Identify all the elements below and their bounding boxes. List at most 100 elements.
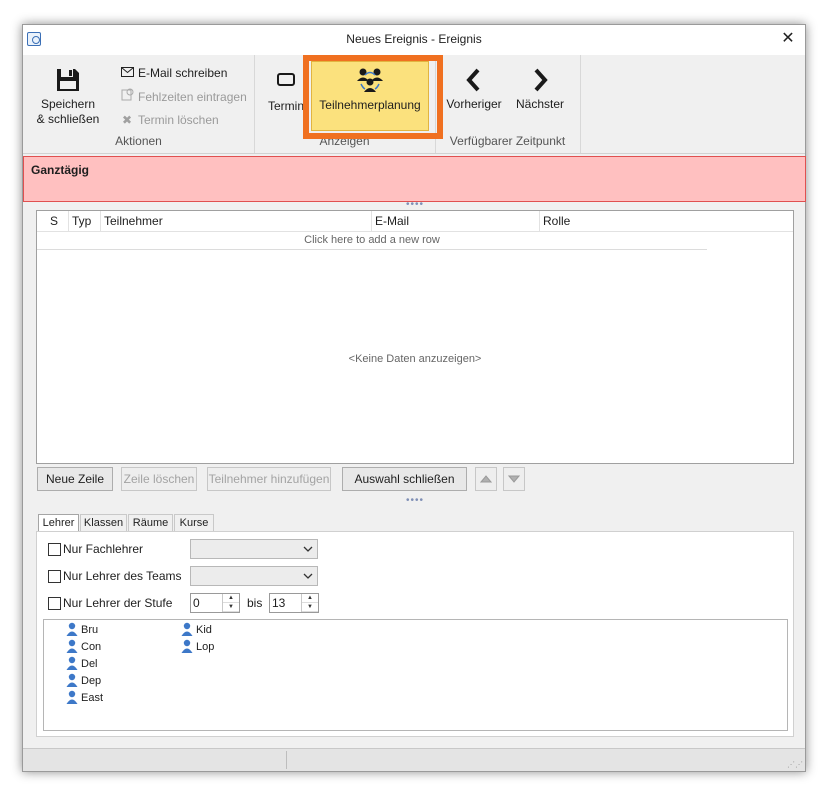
next-slot-button[interactable]: Nächster	[511, 67, 569, 112]
spin-down-icon[interactable]: ▼	[223, 603, 239, 612]
spin-up-icon[interactable]: ▲	[223, 594, 239, 603]
new-row-hint[interactable]: Click here to add a new row	[37, 231, 707, 250]
absence-label: Fehlzeiten eintragen	[138, 90, 247, 104]
close-button[interactable]: ✕	[777, 28, 799, 50]
absence-button[interactable]: Fehlzeiten eintragen	[120, 88, 247, 106]
save-close-button[interactable]: Speichern & schließen	[31, 67, 105, 127]
grid-header: S Typ Teilnehmer E-Mail Rolle	[37, 211, 793, 232]
list-item[interactable]: Del	[66, 656, 98, 672]
person-name: Lop	[196, 641, 215, 653]
save-label-line1: Speichern	[40, 97, 96, 111]
subject-teacher-checkbox[interactable]	[48, 543, 61, 557]
team-teacher-checkbox[interactable]	[48, 570, 61, 584]
next-label: Nächster	[515, 97, 565, 111]
appointment-view-button[interactable]: Termin	[266, 69, 306, 114]
ribbon-group-actions: Speichern & schließen E-Mail schreiben F…	[23, 55, 255, 153]
filter-team-teacher[interactable]: Nur Lehrer des Teams	[48, 567, 182, 585]
participants-grid: S Typ Teilnehmer E-Mail Rolle Click here…	[36, 210, 794, 464]
group-label-slot: Verfügbarer Zeitpunkt	[449, 134, 566, 148]
list-item[interactable]: Lop	[181, 639, 214, 655]
previous-label: Vorheriger	[446, 97, 502, 111]
title-bar: Neues Ereignis - Ereignis ✕	[23, 25, 805, 55]
level-from-spinner[interactable]: 0 ▲ ▼	[190, 593, 240, 613]
previous-slot-button[interactable]: Vorheriger	[443, 67, 505, 112]
col-header-typ[interactable]: Typ	[72, 214, 91, 228]
delete-appointment-button[interactable]: ✖ Termin löschen	[120, 111, 219, 129]
delete-row-button[interactable]: Zeile löschen	[121, 467, 197, 491]
list-item[interactable]: East	[66, 690, 103, 706]
add-participant-button[interactable]: Teilnehmer hinzufügen	[207, 467, 331, 491]
col-sep	[539, 211, 540, 231]
list-item[interactable]: Dep	[66, 673, 101, 689]
teacher-list: Bru Con Del Dep East Kid Lop	[43, 619, 788, 731]
spin-down-icon[interactable]: ▼	[302, 603, 318, 612]
chevron-left-icon	[466, 68, 480, 92]
triangle-down-icon	[507, 475, 521, 483]
person-icon	[66, 622, 78, 636]
level-to-spinner[interactable]: 13 ▲ ▼	[269, 593, 319, 613]
person-name: Del	[81, 658, 98, 670]
highlight-frame	[303, 55, 443, 139]
chevron-down-icon	[303, 569, 313, 586]
person-icon	[181, 622, 193, 636]
list-item[interactable]: Con	[66, 639, 101, 655]
splitter-grip-bottom[interactable]: ••••	[406, 495, 424, 506]
person-icon	[66, 656, 78, 670]
tab-courses[interactable]: Kurse	[174, 514, 214, 531]
envelope-icon	[120, 64, 134, 82]
triangle-up-icon	[479, 475, 493, 483]
col-sep	[100, 211, 101, 231]
person-name: Bru	[81, 624, 99, 636]
person-name: Dep	[81, 675, 102, 687]
chevron-right-icon	[534, 68, 548, 92]
new-row-button[interactable]: Neue Zeile	[37, 467, 113, 491]
person-icon	[66, 673, 78, 687]
status-bar: ⋰⋰	[23, 748, 805, 771]
list-item[interactable]: Bru	[66, 622, 98, 638]
bis-label: bis	[247, 596, 263, 610]
floppy-disk-icon	[57, 69, 79, 91]
move-down-button[interactable]	[503, 467, 525, 491]
tab-teachers[interactable]: Lehrer	[38, 514, 79, 532]
delete-label: Termin löschen	[138, 113, 219, 127]
col-header-participant[interactable]: Teilnehmer	[104, 214, 163, 228]
person-icon	[181, 639, 193, 653]
resize-grip-icon[interactable]: ⋰⋰	[787, 760, 803, 769]
spin-up-icon[interactable]: ▲	[302, 594, 318, 603]
subject-teacher-combo[interactable]	[190, 539, 318, 559]
person-name: East	[81, 692, 104, 704]
event-dialog-window: Neues Ereignis - Ereignis ✕ Speichern & …	[22, 24, 806, 772]
subject-teacher-label: Nur Fachlehrer	[63, 542, 144, 556]
splitter-grip-top[interactable]: ••••	[406, 199, 424, 210]
move-up-button[interactable]	[475, 467, 497, 491]
team-teacher-label: Nur Lehrer des Teams	[63, 569, 182, 583]
group-label-actions: Aktionen	[115, 134, 162, 148]
email-button[interactable]: E-Mail schreiben	[120, 64, 227, 82]
window-title: Neues Ereignis - Ereignis	[346, 32, 482, 46]
ribbon: Speichern & schließen E-Mail schreiben F…	[23, 55, 805, 154]
appointment-label: Termin	[267, 99, 304, 113]
col-header-email[interactable]: E-Mail	[375, 214, 409, 228]
level-teacher-checkbox[interactable]	[48, 597, 61, 611]
allday-bar[interactable]: Ganztägig	[23, 156, 806, 202]
chevron-down-icon	[303, 542, 313, 559]
status-separator	[286, 751, 287, 769]
list-item[interactable]: Kid	[181, 622, 212, 638]
person-icon	[66, 639, 78, 653]
level-to-value: 13	[272, 596, 286, 610]
team-teacher-combo[interactable]	[190, 566, 318, 586]
col-header-role[interactable]: Rolle	[543, 214, 570, 228]
delete-x-icon: ✖	[121, 113, 133, 127]
filter-subject-teacher[interactable]: Nur Fachlehrer	[48, 540, 143, 558]
col-header-s[interactable]: S	[50, 214, 58, 228]
tab-rooms[interactable]: Räume	[128, 514, 173, 531]
filter-level-teacher[interactable]: Nur Lehrer der Stufe	[48, 594, 172, 612]
col-sep	[371, 211, 372, 231]
tab-classes[interactable]: Klassen	[80, 514, 127, 531]
person-icon	[66, 690, 78, 704]
appointment-icon	[277, 73, 295, 86]
email-label: E-Mail schreiben	[138, 66, 228, 80]
teachers-tab-panel: Nur Fachlehrer Nur Lehrer des Teams Nur …	[36, 531, 794, 737]
absence-icon	[120, 88, 134, 106]
close-selection-button[interactable]: Auswahl schließen	[342, 467, 467, 491]
